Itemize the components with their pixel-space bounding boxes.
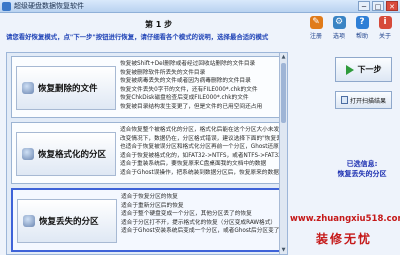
scrollbar-thumb[interactable]	[281, 63, 286, 123]
selected-info-label: 已选信息:	[346, 160, 378, 168]
toolbar-help[interactable]: ? 帮助	[353, 16, 371, 40]
arrow-right-icon	[345, 64, 354, 75]
toolbar-label: 关于	[378, 33, 391, 40]
toolbar-register[interactable]: ✎ 注册	[307, 16, 325, 40]
description-line: 适合于Ghost安装系统后变成一个分区，或者Ghost后分区变了的恢复	[121, 228, 283, 234]
mode-option-lost-partition[interactable]: 恢复丢失的分区 适合于恢复分区的恢复 适合于重新分区后的恢复 适合于整个硬盘变成…	[11, 188, 283, 252]
mode-label: 恢复格式化的分区	[38, 150, 107, 160]
description-line: 适合于恢复被格式化的，如FAT32->NTFS，或者NTFS->FAT32	[120, 152, 282, 159]
hard-disk-icon	[23, 215, 35, 227]
toolbar: ✎ 注册 ⚙ 选项 ? 帮助 i 关于	[307, 16, 394, 40]
watermark-site: www.zhuangxiu518.com	[290, 214, 400, 224]
scroll-up-arrow-icon[interactable]: ▲	[280, 53, 287, 61]
toolbar-label: 选项	[332, 33, 345, 40]
description-line: 恢复ChkDisk磁盘检查后变成FILE000*.chk的文件	[120, 95, 249, 101]
description-line: 适合于恢复分区的恢复	[121, 194, 178, 200]
open-scan-results-label: 打开扫描结果	[349, 97, 386, 105]
watermark-brand: 装修无忧	[315, 232, 372, 246]
step-heading: 第 1 步	[145, 20, 173, 29]
mode-description: 适合恢复整个被格式化的分区，格式化后能在这个分区大小未发生 改变情况下，数据仍在…	[120, 126, 282, 177]
description-line: 适合恢复整个被格式化的分区，格式化后能在这个分区大小未发生	[120, 127, 282, 133]
close-button[interactable]: ✕	[386, 1, 398, 11]
hard-disk-icon	[22, 148, 34, 160]
mode-button-lost-partition[interactable]: 恢复丢失的分区	[17, 199, 117, 243]
mode-label: 恢复丢失的分区	[39, 217, 99, 227]
next-step-label: 下一步	[357, 65, 382, 74]
description-line: 恢复被Shift+Del删除或者经过回收站删除的文件目录	[120, 61, 256, 67]
description-line: 适合于重新分区后的恢复	[121, 202, 184, 209]
scroll-down-arrow-icon[interactable]: ▼	[280, 246, 287, 254]
recovery-mode-list: 恢复删除的文件 恢复被Shift+Del删除或者经过回收站删除的文件目录 恢复被…	[6, 52, 288, 255]
description-line: 恢复被目录结构发生变更了，但是文件的已用空间还占用	[120, 103, 263, 110]
instruction-text: 请您看好恢复模式，点"下一步"按钮进行恢复，请仔细看各个模式的说明，选择最合适的…	[6, 33, 269, 41]
window-controls: ─ □ ✕	[358, 1, 398, 11]
app-window: 超级硬盘数据恢复软件 ─ □ ✕ 第 1 步 请您看好恢复模式，点"下一步"按钮…	[0, 0, 400, 255]
app-icon	[2, 2, 11, 11]
description-line: 适合于整个硬盘变成一个分区，其他分区丢了的恢复	[121, 211, 252, 217]
register-icon: ✎	[309, 16, 323, 29]
selected-info-panel: 已选信息: 恢复丢失的分区	[328, 159, 396, 179]
description-line: 恢复被病毒丢失的文件或者因为病毒删除的文件目录	[120, 78, 251, 84]
mode-label: 恢复删除的文件	[38, 84, 98, 94]
selected-info-value: 恢复丢失的分区	[337, 170, 387, 178]
description-line: 也适合于恢复被误分区和格式化分区再前一个分区，Ghost还原	[120, 144, 279, 150]
title-bar: 超级硬盘数据恢复软件 ─ □ ✕	[0, 0, 400, 13]
options-icon: ⚙	[332, 16, 346, 29]
hard-disk-icon	[22, 82, 34, 94]
toolbar-label: 帮助	[355, 33, 368, 40]
description-line: 适合于Ghost误操作，把系统装到数据分区后，恢复原来的数据	[120, 169, 279, 176]
mode-description: 恢复被Shift+Del删除或者经过回收站删除的文件目录 恢复被删除软件所丢失的…	[120, 60, 282, 111]
minimize-button[interactable]: ─	[358, 1, 370, 11]
description-line: 恢复文件丢失0字节的文件，还有FILE000*.chk的文件	[120, 86, 258, 93]
mode-button-formatted-partition[interactable]: 恢复格式化的分区	[16, 132, 116, 176]
maximize-button[interactable]: □	[372, 1, 384, 11]
mode-option-formatted-partition[interactable]: 恢复格式化的分区 适合恢复整个被格式化的分区，格式化后能在这个分区大小未发生 改…	[11, 122, 283, 184]
about-icon: i	[378, 16, 392, 29]
mode-description: 适合于恢复分区的恢复 适合于重新分区后的恢复 适合于整个硬盘变成一个分区，其他分…	[121, 193, 283, 236]
toolbar-label: 注册	[309, 33, 322, 40]
toolbar-options[interactable]: ⚙ 选项	[330, 16, 348, 40]
next-step-button[interactable]: 下一步	[335, 57, 392, 82]
document-icon	[340, 96, 348, 104]
list-scrollbar[interactable]: ▲ ▼	[279, 53, 287, 254]
description-line: 适合于重装系统后，要恢复原来C盘桌面我的文档中的数据	[120, 161, 267, 167]
window-title: 超级硬盘数据恢复软件	[14, 2, 84, 10]
help-icon: ?	[355, 16, 369, 29]
mode-button-deleted-files[interactable]: 恢复删除的文件	[16, 66, 116, 110]
description-line: 改变情况下，数据仍在，分区格式错误，建议选择下面的"恢复丢失的分区"	[120, 135, 282, 142]
toolbar-about[interactable]: i 关于	[376, 16, 394, 40]
open-scan-results-button[interactable]: 打开扫描结果	[335, 91, 392, 109]
description-line: 恢复被删除软件所丢失的文件目录	[120, 69, 206, 76]
mode-option-deleted-files[interactable]: 恢复删除的文件 恢复被Shift+Del删除或者经过回收站删除的文件目录 恢复被…	[11, 56, 283, 118]
description-line: 适合于分区打不开，提示格式化的恢复（分区变成RAW格式）	[121, 219, 277, 226]
